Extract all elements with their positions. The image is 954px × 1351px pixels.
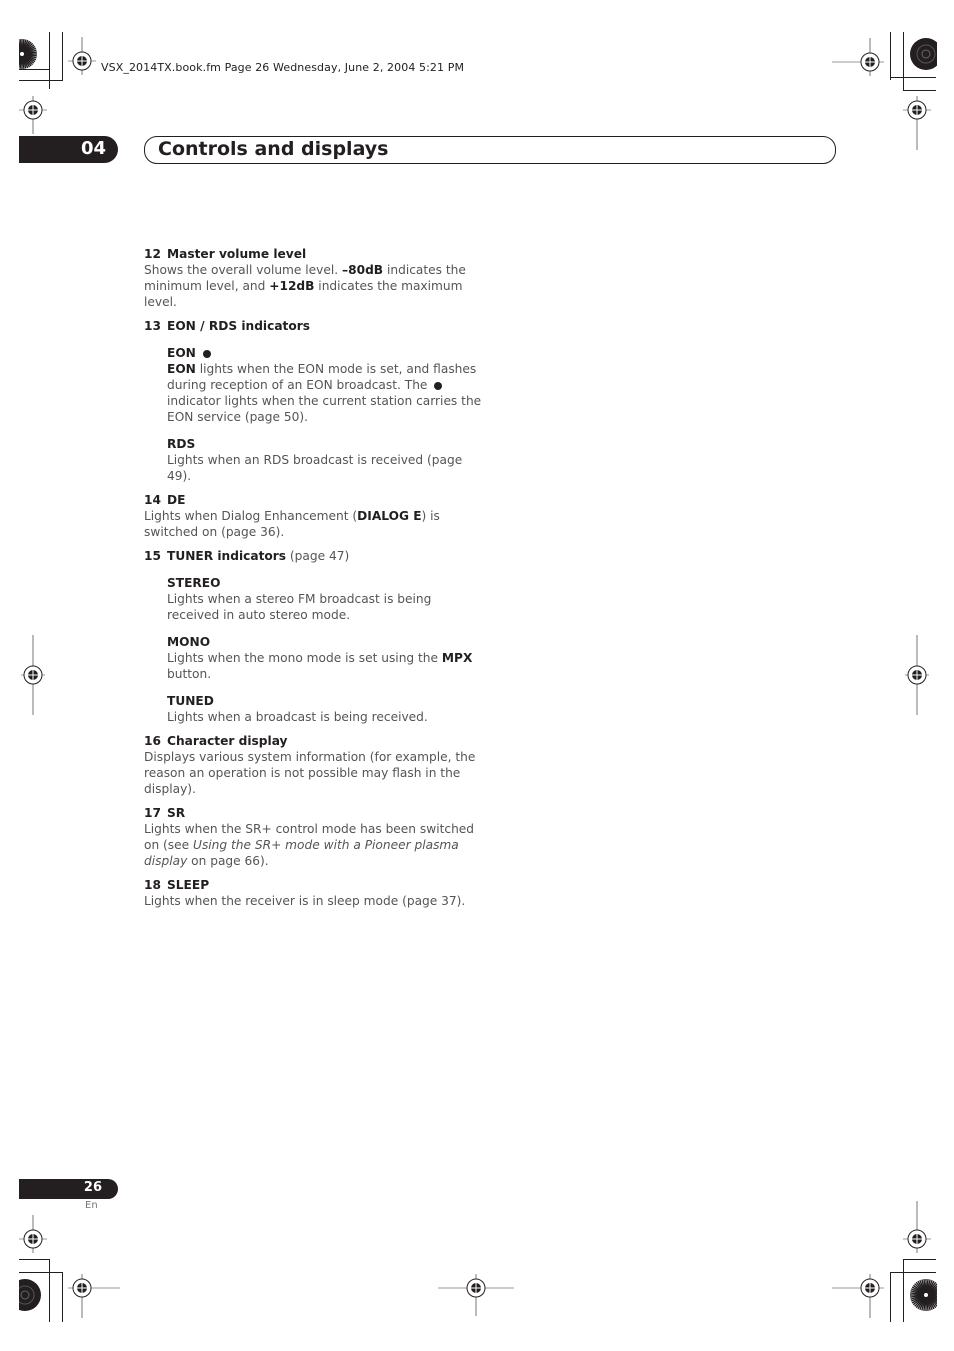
- item-title: SR: [167, 806, 186, 820]
- item-description: Lights when Dialog Enhancement (DIALOG E…: [144, 509, 440, 539]
- sub-item-description: Lights when a broadcast is being receive…: [167, 710, 428, 724]
- starburst-target-icon: [19, 39, 37, 69]
- sub-item: MONO Lights when the mono mode is set usi…: [167, 634, 484, 682]
- sub-item: EON EON lights when the EON mode is set,…: [167, 345, 484, 425]
- bold-term: +12dB: [269, 279, 315, 293]
- chapter-number: 04: [80, 138, 106, 159]
- item-number: 14: [144, 493, 161, 507]
- crop-line: [890, 77, 936, 78]
- bold-term: MPX: [441, 651, 473, 665]
- page-number: 26: [83, 1180, 102, 1195]
- crop-line: [62, 32, 63, 80]
- crop-line: [49, 32, 50, 89]
- crosshair-target-icon: [832, 38, 884, 76]
- crop-line: [62, 1272, 63, 1322]
- crop-line: [890, 1272, 891, 1322]
- list-item: 18 SLEEP Lights when the receiver is in sl…: [144, 877, 484, 909]
- page-number-tab: 26: [19, 1179, 118, 1199]
- chapter-number-tab: 04: [19, 136, 118, 163]
- item-number: 17: [144, 806, 161, 820]
- item-heading: 16 Character display: [144, 733, 484, 749]
- crop-line: [903, 1259, 936, 1260]
- sub-item-description: Lights when a stereo FM broadcast is bei…: [167, 592, 432, 622]
- crosshair-target-icon: [68, 37, 96, 75]
- page-language: En: [85, 1200, 98, 1211]
- item-description: Shows the overall volume level. –80dB in…: [144, 263, 466, 309]
- item-heading: 17 SR: [144, 805, 484, 821]
- item-heading: 12 Master volume level: [144, 246, 484, 262]
- page-reference: (page 47): [286, 549, 350, 563]
- print-header: VSX_2014TX.book.fm Page 26 Wednesday, Ju…: [101, 61, 465, 74]
- item-number: 16: [144, 734, 161, 748]
- item-title: Master volume level: [167, 247, 307, 261]
- item-description: Lights when the receiver is in sleep mod…: [144, 894, 466, 908]
- crop-line: [49, 1259, 50, 1322]
- sub-item-description: Lights when an RDS broadcast is received…: [167, 453, 463, 483]
- sub-item: TUNED Lights when a broadcast is being re…: [167, 693, 484, 725]
- item-list: 12 Master volume level Shows the overall v…: [144, 246, 484, 917]
- sub-item-title: EON: [167, 345, 484, 361]
- crop-line: [903, 1259, 904, 1322]
- crop-line: [890, 32, 891, 80]
- list-item: 12 Master volume level Shows the overall v…: [144, 246, 484, 310]
- chapter-title-box: Controls and displays: [144, 136, 836, 164]
- crop-line: [19, 1272, 63, 1273]
- starburst-target-icon: [19, 1279, 41, 1311]
- list-item: 14 DE Lights when Dialog Enhancement (DIAL…: [144, 492, 484, 540]
- sub-item-title: TUNED: [167, 694, 214, 708]
- crosshair-target-icon: [832, 1274, 884, 1318]
- starburst-target-icon: [910, 38, 937, 70]
- item-number: 18: [144, 878, 161, 892]
- crop-line: [890, 1272, 936, 1273]
- chapter-title: Controls and displays: [158, 138, 389, 160]
- crosshair-target-icon: [438, 1274, 514, 1316]
- crosshair-target-icon: [68, 1274, 120, 1318]
- item-title: TUNER indicators: [167, 549, 287, 563]
- crop-line: [903, 32, 904, 90]
- sub-item-description: Lights when the mono mode is set using t…: [167, 651, 473, 681]
- item-description: Displays various system information (for…: [144, 750, 476, 796]
- list-item: 13 EON / RDS indicators EON EON lights whe…: [144, 318, 484, 484]
- sub-item-description: EON lights when the EON mode is set, and…: [167, 362, 482, 424]
- crosshair-target-icon: [19, 1215, 47, 1253]
- item-number: 15: [144, 549, 161, 563]
- crosshair-target-icon: [903, 96, 931, 150]
- item-title: EON / RDS indicators: [167, 319, 311, 333]
- crosshair-target-icon: [19, 96, 47, 134]
- item-title: Character display: [167, 734, 288, 748]
- crosshair-target-icon: [903, 1201, 931, 1253]
- sub-item-title: MONO: [167, 635, 211, 649]
- item-title: DE: [167, 493, 186, 507]
- item-heading: 14 DE: [144, 492, 484, 508]
- sub-item: RDS Lights when an RDS broadcast is recei…: [167, 436, 484, 484]
- item-heading: 15 TUNER indicators (page 47): [144, 548, 484, 564]
- crosshair-target-icon: [905, 635, 929, 715]
- item-title: SLEEP: [167, 878, 210, 892]
- item-heading: 18 SLEEP: [144, 877, 484, 893]
- list-item: 15 TUNER indicators (page 47) STEREO Lights…: [144, 548, 484, 725]
- sub-item: STEREO Lights when a stereo FM broadcast …: [167, 575, 484, 623]
- crosshair-target-icon: [21, 635, 45, 715]
- crop-line: [19, 1259, 49, 1260]
- crop-line: [19, 80, 63, 81]
- item-number: 13: [144, 319, 161, 333]
- cross-reference: Using the SR+ mode with a Pioneer plasma…: [144, 838, 459, 868]
- item-heading: 13 EON / RDS indicators: [144, 318, 484, 334]
- starburst-target-icon: [910, 1279, 937, 1311]
- filled-circle-icon: [203, 349, 212, 358]
- list-item: 17 SR Lights when the SR+ control mode has…: [144, 805, 484, 869]
- bold-term: DIALOG E: [357, 509, 422, 523]
- list-item: 16 Character display Displays various syst…: [144, 733, 484, 797]
- sub-item-title: RDS: [167, 437, 196, 451]
- bold-term: –80dB: [342, 263, 384, 277]
- sub-item-title: STEREO: [167, 576, 221, 590]
- item-description: Lights when the SR+ control mode has bee…: [144, 822, 475, 868]
- item-number: 12: [144, 247, 161, 261]
- crop-line: [903, 90, 936, 91]
- filled-circle-icon: [434, 381, 443, 390]
- bold-term: EON: [167, 362, 196, 376]
